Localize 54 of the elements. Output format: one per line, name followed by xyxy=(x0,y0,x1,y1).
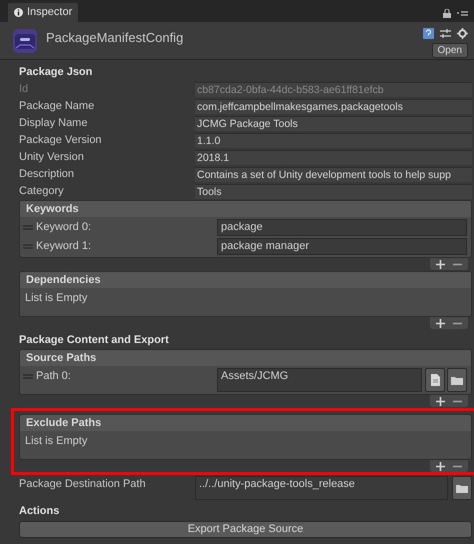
menu-icon[interactable] xyxy=(457,10,468,18)
field-label: Description xyxy=(19,166,76,182)
help-icon[interactable] xyxy=(423,28,434,39)
section-heading: Package Json xyxy=(19,65,94,80)
drag-handle-icon[interactable] xyxy=(23,225,33,230)
item-label: Keyword 1: xyxy=(36,239,92,254)
text-field[interactable]: com.jeffcampbellmakesgames.packagetools xyxy=(195,98,472,114)
plus-icon[interactable] xyxy=(436,260,445,268)
folder-button[interactable] xyxy=(447,368,467,392)
file-button[interactable] xyxy=(425,368,445,392)
text-field[interactable]: Tools xyxy=(195,184,472,198)
field-label: Unity Version xyxy=(19,150,85,165)
open-button[interactable]: Open xyxy=(432,43,468,58)
lock-icon[interactable] xyxy=(443,9,451,18)
plus-icon[interactable] xyxy=(436,396,445,406)
list-header: Keywords xyxy=(20,201,471,217)
field-label: Package Version xyxy=(19,132,103,148)
list-header: Dependencies xyxy=(20,272,471,288)
text-field[interactable]: Contains a set of Unity development tools to help supp xyxy=(195,166,472,182)
item-value-field[interactable]: Assets/JCMG xyxy=(217,368,422,392)
field-label: Id xyxy=(19,82,30,97)
path-field[interactable]: ../../unity-package-tools_release xyxy=(195,476,448,500)
folder-icon xyxy=(451,376,463,384)
asset-icon xyxy=(12,28,38,54)
list-header: Source Paths xyxy=(20,350,471,366)
field-label: Display Name xyxy=(19,116,88,131)
item-label: Path 0: xyxy=(36,369,72,384)
item-label: Keyword 0: xyxy=(36,220,92,235)
field-label: Package Destination Path xyxy=(19,477,147,492)
drag-handle-icon[interactable] xyxy=(23,244,33,249)
settings-icon[interactable] xyxy=(457,28,468,39)
file-icon xyxy=(430,374,440,386)
folder-button[interactable] xyxy=(452,476,472,500)
export-button[interactable]: Export Package Source xyxy=(19,521,472,538)
section-heading: Actions xyxy=(19,504,60,519)
sliders-icon[interactable] xyxy=(440,28,451,39)
inspector-tab[interactable]: Inspector xyxy=(8,3,78,22)
empty-list-text: List is Empty xyxy=(24,434,88,449)
item-value-field[interactable]: package manager xyxy=(217,238,467,255)
item-value-field[interactable]: package xyxy=(217,219,467,236)
text-field[interactable]: 1.1.0 xyxy=(195,132,472,148)
field-label: Category xyxy=(19,184,65,199)
field-label: Package Name xyxy=(19,98,96,114)
plus-icon[interactable] xyxy=(436,318,445,328)
text-field[interactable]: 2018.1 xyxy=(195,150,472,164)
plus-icon[interactable] xyxy=(436,462,445,470)
text-field[interactable]: JCMG Package Tools xyxy=(195,116,472,130)
asset-title: PackageManifestConfig xyxy=(46,29,184,47)
list-header: Exclude Paths xyxy=(20,415,471,431)
drag-handle-icon[interactable] xyxy=(23,374,33,379)
info-icon xyxy=(14,8,23,17)
section-heading: Package Content and Export xyxy=(19,333,170,348)
empty-list-text: List is Empty xyxy=(24,291,88,306)
folder-icon xyxy=(456,484,468,492)
